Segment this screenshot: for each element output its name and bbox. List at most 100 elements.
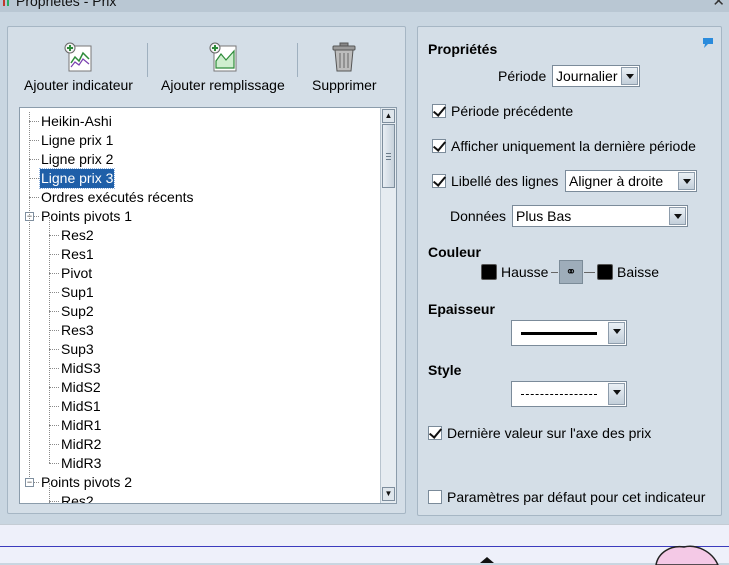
donnees-label: Données xyxy=(450,208,507,224)
tree-item-label: Sup2 xyxy=(61,303,94,319)
tree-child-item[interactable]: Sup2 xyxy=(20,302,380,321)
tree-item-label: Res2 xyxy=(61,227,94,243)
tree-child-item[interactable]: MidS2 xyxy=(20,378,380,397)
libelle-alignment-select[interactable]: Aligner à droite xyxy=(565,170,697,192)
baisse-color-swatch[interactable] xyxy=(597,264,613,280)
delete-label: Supprimer xyxy=(312,77,377,93)
chevron-down-icon xyxy=(621,67,638,85)
tree-item-label: Points pivots 2 xyxy=(41,474,133,490)
scroll-up-arrow-icon[interactable]: ▲ xyxy=(382,109,395,123)
delete-button[interactable]: Supprimer xyxy=(312,41,377,93)
tree-item[interactable]: Ordres exécutés récents xyxy=(20,188,380,207)
tree-item-label: Ligne prix 2 xyxy=(41,151,114,167)
libelle-alignment-value: Aligner à droite xyxy=(569,173,664,189)
tree-item-label: MidS2 xyxy=(61,379,101,395)
tree-item-label: Sup3 xyxy=(61,341,94,357)
hausse-color-swatch[interactable] xyxy=(481,264,497,280)
toolbar-separator xyxy=(147,43,148,77)
tree-item-label: MidR3 xyxy=(61,455,102,471)
checkbox-box xyxy=(432,174,446,188)
tree-item-label: Ligne prix 1 xyxy=(41,132,114,148)
tree-child-item[interactable]: Res2 xyxy=(20,226,380,245)
add-indicator-label: Ajouter indicateur xyxy=(24,77,133,93)
chart-app-icon xyxy=(3,0,9,6)
checkbox-box xyxy=(432,104,446,118)
collapse-toggle-icon[interactable]: − xyxy=(25,478,34,487)
link-icon[interactable]: ⚭ xyxy=(559,260,583,284)
baisse-label: Baisse xyxy=(617,264,660,280)
tree-child-item[interactable]: Res1 xyxy=(20,245,380,264)
epaisseur-title: Epaisseur xyxy=(428,301,495,317)
checkbox-label: Dernière valeur sur l'axe des prix xyxy=(447,425,652,441)
tree-child-item[interactable]: MidR1 xyxy=(20,416,380,435)
donnees-select[interactable]: Plus Bas xyxy=(512,205,688,227)
tree-item[interactable]: Heikin-Ashi xyxy=(20,112,380,131)
close-icon[interactable]: ✕ xyxy=(712,0,725,10)
periode-label: Période xyxy=(498,68,547,84)
checkbox-box xyxy=(432,139,446,153)
periode-value: Journalier xyxy=(556,68,618,84)
periode-select[interactable]: Journalier xyxy=(552,65,640,87)
indicator-tree[interactable]: Heikin-Ashi Ligne prix 1 Ligne prix 2 Ligne… xyxy=(19,107,397,504)
tree-item[interactable]: Ligne prix 1 xyxy=(20,131,380,150)
tree-guide-line xyxy=(49,483,50,503)
tree-item-label: Heikin-Ashi xyxy=(41,113,112,129)
tree-child-item[interactable]: MidS3 xyxy=(20,359,380,378)
chevron-down-icon xyxy=(608,383,625,405)
title-bar: Propriétés - Prix ✕ xyxy=(0,0,729,12)
tree-child-item[interactable]: Res2 xyxy=(20,492,380,504)
tree-guide-line xyxy=(49,217,50,463)
tree-item[interactable]: Ligne prix 2 xyxy=(20,150,380,169)
speech-bubble-icon[interactable] xyxy=(701,37,715,49)
trash-icon xyxy=(332,42,356,72)
tree-item-label: Ordres exécutés récents xyxy=(41,189,194,205)
add-fill-button[interactable]: Ajouter remplissage xyxy=(161,41,285,93)
couleur-title: Couleur xyxy=(428,244,481,260)
tree-scrollbar[interactable]: ▲ ▼ xyxy=(380,108,396,503)
checkbox-label: Libellé des lignes xyxy=(451,173,559,189)
checkbox-label: Paramètres par défaut pour cet indicateu… xyxy=(447,489,706,505)
tree-child-item[interactable]: Sup3 xyxy=(20,340,380,359)
scroll-thumb[interactable] xyxy=(382,124,395,188)
tree-item[interactable]: Ligne prix 3 xyxy=(20,168,380,189)
dashed-line-preview xyxy=(521,394,597,395)
window-title: Propriétés - Prix xyxy=(16,0,117,9)
tree-child-item[interactable]: Pivot xyxy=(20,264,380,283)
toolbar-separator xyxy=(297,43,298,77)
hausse-label: Hausse xyxy=(501,264,549,280)
chevron-down-icon xyxy=(608,322,625,344)
tree-guide-line xyxy=(29,112,30,477)
tree-child-item[interactable]: Sup1 xyxy=(20,283,380,302)
chart-background xyxy=(0,524,729,565)
tree-item-label: Pivot xyxy=(61,265,93,281)
tree-item-label: MidR1 xyxy=(61,417,102,433)
donnees-value: Plus Bas xyxy=(516,208,572,224)
tree-child-item[interactable]: MidR2 xyxy=(20,435,380,454)
properties-title: Propriétés xyxy=(428,41,498,57)
cartoon-shape-icon xyxy=(655,545,719,565)
add-fill-icon xyxy=(209,42,237,72)
style-select[interactable] xyxy=(511,381,627,407)
tree-child-item[interactable]: MidR3 xyxy=(20,454,380,473)
add-indicator-button[interactable]: Ajouter indicateur xyxy=(24,41,133,93)
indicator-list-panel: Ajouter indicateur Ajouter remplissage S… xyxy=(7,26,406,514)
tree-item[interactable]: − Points pivots 2 xyxy=(20,473,380,492)
connector-line xyxy=(584,272,595,273)
scroll-down-arrow-icon[interactable]: ▼ xyxy=(382,487,395,501)
tree-child-item[interactable]: Res3 xyxy=(20,321,380,340)
tree-item-label: Res3 xyxy=(61,322,94,338)
style-title: Style xyxy=(428,362,462,378)
tree-item[interactable]: − Points pivots 1 xyxy=(20,207,380,226)
tree-item-label: Sup1 xyxy=(61,284,94,300)
connector-line xyxy=(551,272,558,273)
epaisseur-select[interactable] xyxy=(511,320,627,346)
tree-item-label: Res2 xyxy=(61,493,94,504)
checkbox-box xyxy=(428,426,442,440)
tree-item-label: Ligne prix 3 xyxy=(38,168,116,189)
tree-child-item[interactable]: MidS1 xyxy=(20,397,380,416)
tree-item-label: MidR2 xyxy=(61,436,102,452)
tree-item-label: MidS1 xyxy=(61,398,101,414)
tree-item-label: MidS3 xyxy=(61,360,101,376)
thick-line-preview xyxy=(521,332,597,335)
chevron-down-icon xyxy=(669,207,686,225)
